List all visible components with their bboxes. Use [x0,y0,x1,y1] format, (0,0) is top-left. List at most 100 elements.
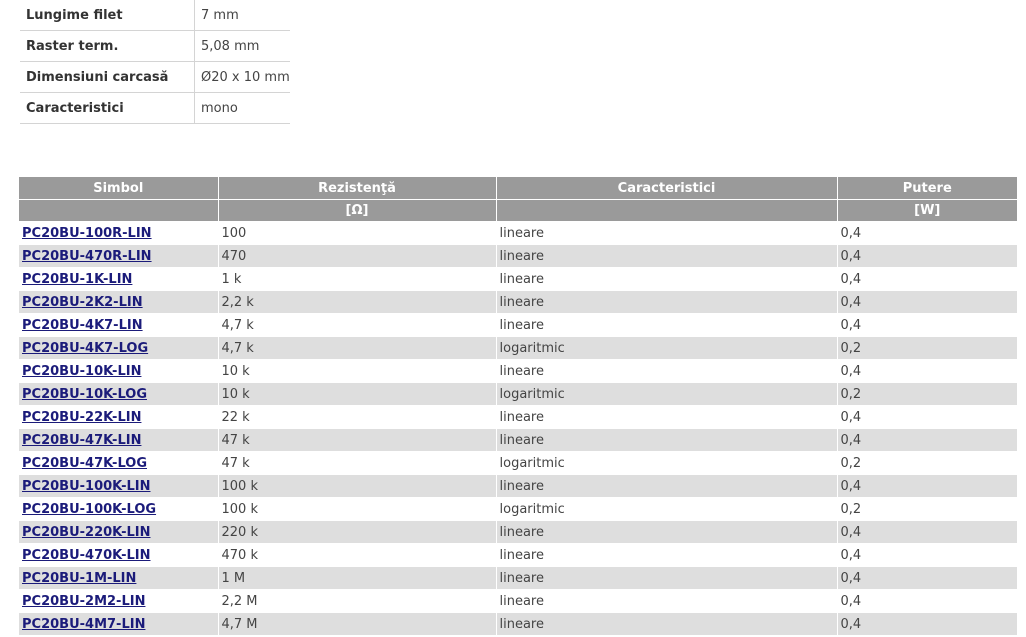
cell-resistance: 47 k [217,451,496,475]
cell-power: 0,4 [836,543,1017,567]
cell-characteristic: logaritmic [495,497,837,521]
table-row: PC20BU-2M2-LIN 2,2 Mlineare 0,4 [19,589,1017,613]
cell-symbol: PC20BU-100K-LIN [19,474,218,498]
product-link[interactable]: PC20BU-2K2-LIN [22,295,143,310]
product-link[interactable]: PC20BU-1M-LIN [22,571,136,586]
table-row: PC20BU-10K-LOG 10 k logaritmic 0,2 [19,382,1017,406]
cell-characteristic: lineare [495,589,837,613]
cell-symbol: PC20BU-47K-LOG [19,451,218,475]
cell-resistance: 4,7 k [217,313,496,337]
product-link[interactable]: PC20BU-10K-LIN [22,364,141,379]
unit-resistance: [Ω] [217,199,496,222]
specifications-table: Lungime filet 7 mm Raster term. 5,08 mm … [20,0,290,124]
header-power: Putere [836,177,1017,200]
cell-power: 0,4 [836,612,1017,635]
spec-row: Lungime filet 7 mm [20,0,290,31]
cell-characteristic: lineare [495,520,837,544]
product-link[interactable]: PC20BU-100K-LIN [22,479,151,494]
table-row: PC20BU-47K-LOG 47 k logaritmic 0,2 [19,451,1017,475]
table-units-row: [Ω] [W] [19,199,1017,222]
product-link[interactable]: PC20BU-470R-LIN [22,249,152,264]
product-link[interactable]: PC20BU-4M7-LIN [22,617,145,632]
product-link[interactable]: PC20BU-47K-LIN [22,433,141,448]
cell-power: 0,4 [836,566,1017,590]
cell-symbol: PC20BU-1M-LIN [19,566,218,590]
cell-resistance: 4,7 M [217,612,496,635]
product-link[interactable]: PC20BU-22K-LIN [22,410,141,425]
spec-label: Caracteristici [20,92,195,124]
header-symbol: Simbol [19,177,218,200]
cell-characteristic: lineare [495,428,837,452]
cell-symbol: PC20BU-4K7-LOG [19,336,218,360]
table-row: PC20BU-1M-LIN 1 Mlineare 0,4 [19,566,1017,590]
cell-resistance: 10 k [217,382,496,406]
cell-characteristic: logaritmic [495,336,837,360]
cell-symbol: PC20BU-4K7-LIN [19,313,218,337]
product-link[interactable]: PC20BU-10K-LOG [22,387,147,402]
cell-resistance: 100 [217,221,496,245]
product-link[interactable]: PC20BU-470K-LIN [22,548,151,563]
cell-power: 0,4 [836,405,1017,429]
table-row: PC20BU-47K-LIN 47 k lineare 0,4 [19,428,1017,452]
cell-resistance: 470 k [217,543,496,567]
product-link[interactable]: PC20BU-1K-LIN [22,272,132,287]
table-row: PC20BU-2K2-LIN 2,2 k lineare 0,4 [19,290,1017,314]
cell-power: 0,4 [836,290,1017,314]
product-link[interactable]: PC20BU-4K7-LIN [22,318,143,333]
product-link[interactable]: PC20BU-220K-LIN [22,525,151,540]
table-row: PC20BU-4K7-LIN 4,7 k lineare 0,4 [19,313,1017,337]
spec-row: Dimensiuni carcasă Ø20 x 10 mm [20,61,290,93]
product-link[interactable]: PC20BU-2M2-LIN [22,594,145,609]
cell-resistance: 470 [217,244,496,268]
cell-resistance: 4,7 k [217,336,496,360]
table-row: PC20BU-220K-LIN 220 k lineare 0,4 [19,520,1017,544]
products-table: Simbol Rezistenţă Caracteristici Putere … [19,177,1017,635]
cell-power: 0,2 [836,382,1017,406]
table-row: PC20BU-100R-LIN 100 lineare 0,4 [19,221,1017,245]
cell-characteristic: lineare [495,566,837,590]
cell-characteristic: lineare [495,221,837,245]
cell-symbol: PC20BU-1K-LIN [19,267,218,291]
cell-symbol: PC20BU-10K-LOG [19,382,218,406]
spec-label: Dimensiuni carcasă [20,61,195,93]
cell-symbol: PC20BU-2K2-LIN [19,290,218,314]
cell-characteristic: lineare [495,543,837,567]
cell-power: 0,4 [836,221,1017,245]
cell-resistance: 47 k [217,428,496,452]
product-link[interactable]: PC20BU-4K7-LOG [22,341,148,356]
cell-resistance: 100 k [217,497,496,521]
spec-row: Raster term. 5,08 mm [20,30,290,62]
table-row: PC20BU-10K-LIN 10 k lineare 0,4 [19,359,1017,383]
cell-power: 0,4 [836,313,1017,337]
cell-power: 0,4 [836,267,1017,291]
cell-power: 0,4 [836,520,1017,544]
cell-symbol: PC20BU-100K-LOG [19,497,218,521]
table-row: PC20BU-22K-LIN 22 k lineare 0,4 [19,405,1017,429]
cell-resistance: 1 M [217,566,496,590]
table-row: PC20BU-100K-LOG 100 k logaritmic 0,2 [19,497,1017,521]
cell-symbol: PC20BU-100R-LIN [19,221,218,245]
product-link[interactable]: PC20BU-100K-LOG [22,502,156,517]
cell-symbol: PC20BU-220K-LIN [19,520,218,544]
spec-label: Raster term. [20,30,195,62]
cell-symbol: PC20BU-470R-LIN [19,244,218,268]
cell-power: 0,4 [836,589,1017,613]
table-row: PC20BU-470K-LIN 470 k lineare 0,4 [19,543,1017,567]
cell-power: 0,2 [836,336,1017,360]
cell-resistance: 1 k [217,267,496,291]
product-link[interactable]: PC20BU-100R-LIN [22,226,152,241]
table-row: PC20BU-100K-LIN 100 k lineare 0,4 [19,474,1017,498]
cell-symbol: PC20BU-4M7-LIN [19,612,218,635]
header-resistance: Rezistenţă [217,177,496,200]
cell-power: 0,4 [836,244,1017,268]
table-row: PC20BU-4K7-LOG 4,7 k logaritmic 0,2 [19,336,1017,360]
cell-symbol: PC20BU-2M2-LIN [19,589,218,613]
cell-power: 0,4 [836,474,1017,498]
cell-characteristic: lineare [495,290,837,314]
table-row: PC20BU-4M7-LIN 4,7 Mlineare 0,4 [19,612,1017,635]
cell-power: 0,4 [836,428,1017,452]
cell-resistance: 2,2 M [217,589,496,613]
unit-power: [W] [836,199,1017,222]
table-header-row: Simbol Rezistenţă Caracteristici Putere [19,177,1017,200]
product-link[interactable]: PC20BU-47K-LOG [22,456,147,471]
